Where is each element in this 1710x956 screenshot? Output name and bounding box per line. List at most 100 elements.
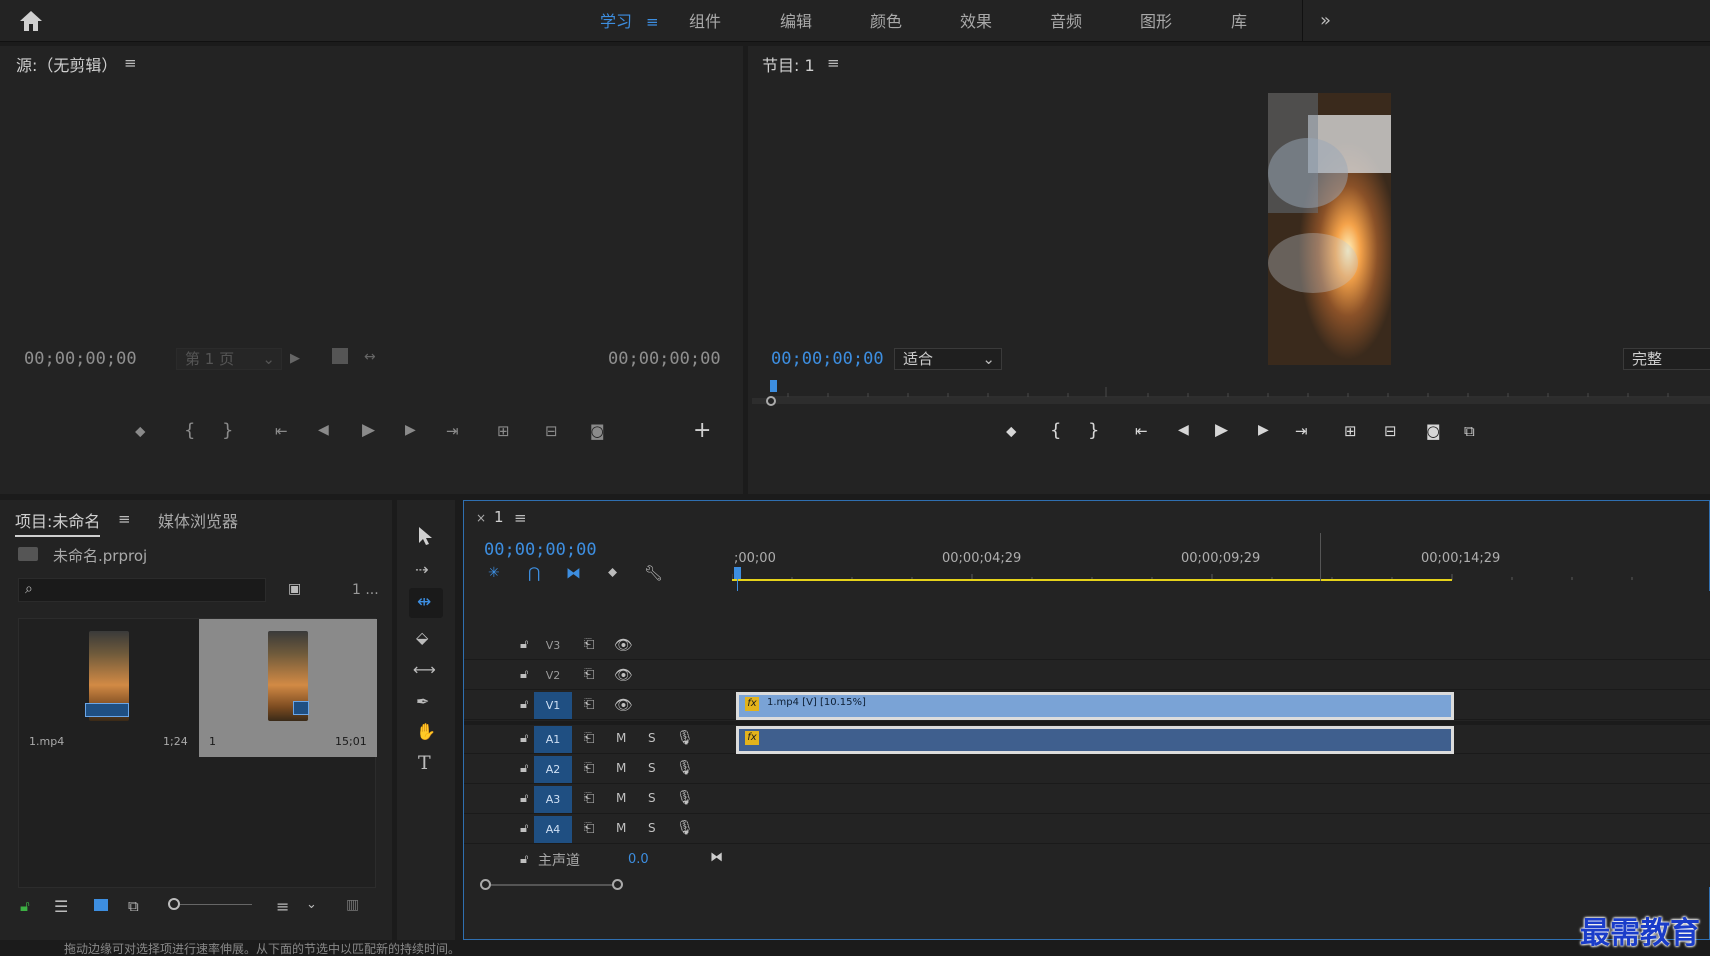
lock-icon[interactable]: 🔓︎ [520,761,528,776]
add-marker-icon[interactable]: ⬥ [1006,422,1017,440]
tab-audio[interactable]: 音频 [1050,10,1082,34]
track-label-a3[interactable]: A3 [534,786,572,813]
new-search-bin-icon[interactable]: ▣ [288,581,301,597]
project-item-clip[interactable]: 1.mp4 1;24 [19,619,197,757]
lock-icon[interactable]: 🔓︎ [520,697,528,712]
step-back-icon[interactable]: ◀ [318,422,329,438]
mute-button[interactable]: M [616,821,626,835]
mute-button[interactable]: M [616,791,626,805]
type-tool-icon[interactable]: T [418,752,431,774]
program-zoom-bar[interactable] [752,398,1710,404]
go-to-out-icon[interactable]: ⇥ [1295,422,1308,440]
lock-icon[interactable]: 🔓︎ [520,731,528,746]
track-select-tool-icon[interactable]: ⇢ [415,560,428,579]
program-time-ruler[interactable] [768,380,1710,400]
close-icon[interactable]: × [476,511,486,525]
add-marker-icon[interactable]: ⬥ [608,565,617,580]
export-frame-icon[interactable]: ◙ [1426,422,1441,440]
sequence-tab[interactable]: 1 [494,508,504,526]
extract-icon[interactable]: ⊟ [1384,422,1397,440]
playhead-handle[interactable] [734,567,741,579]
snap-icon[interactable]: ⋂ [528,564,540,582]
timeline-timecode[interactable]: 00;00;00;00 [484,540,597,560]
fx-badge[interactable]: fx [745,731,759,745]
mute-button[interactable]: M [616,761,626,775]
sort-icon[interactable]: ≡ [276,897,289,916]
panel-menu-icon[interactable]: ≡ [118,510,131,528]
mark-in-icon[interactable]: { [184,420,195,441]
freeform-view-icon[interactable]: ⧉ [128,897,139,915]
fx-badge[interactable]: fx [745,697,759,711]
master-meter-icon[interactable]: ⧓ [710,850,723,865]
workspace-menu-icon[interactable]: ≡ [646,13,659,31]
lock-icon[interactable]: 🔓︎ [520,821,528,836]
lock-icon[interactable]: 🔓︎ [520,791,528,806]
tab-graphics[interactable]: 图形 [1140,10,1172,34]
sync-lock-icon[interactable]: ⎗ [584,821,594,836]
microphone-icon[interactable]: 🎙︎ [676,730,694,746]
drop-frame-icon[interactable]: ↔ [364,349,376,365]
zoom-slider-track[interactable] [180,904,252,905]
track-label-v3[interactable]: V3 [534,632,572,659]
project-item-sequence[interactable]: 1 15;01 [199,619,377,757]
chevron-down-icon[interactable]: ⌄ [306,897,317,912]
icon-view-icon[interactable] [94,899,108,911]
list-view-icon[interactable]: ☰ [54,897,68,916]
track-label-v1[interactable]: V1 [534,692,572,719]
quality-select[interactable]: 完整 [1623,348,1710,370]
eye-icon[interactable]: 👁︎ [614,696,633,714]
solo-button[interactable]: S [648,821,656,835]
go-to-in-icon[interactable]: ⇤ [275,422,288,440]
zoom-handle-right[interactable] [612,879,623,890]
master-volume-value[interactable]: 0.0 [628,852,649,867]
add-marker-icon[interactable]: ⬥ [135,422,146,440]
sync-lock-icon[interactable]: ⎗ [584,731,594,746]
wrench-icon[interactable]: 🔧︎ [644,564,663,582]
comparison-view-icon[interactable]: ⧉ [1464,422,1475,440]
solo-button[interactable]: S [648,791,656,805]
mark-out-icon[interactable]: } [222,420,233,441]
track-label-a1[interactable]: A1 [534,726,572,753]
tab-color[interactable]: 颜色 [870,10,902,34]
tab-assembly[interactable]: 组件 [689,10,721,34]
sync-lock-icon[interactable]: ⎗ [584,667,594,682]
hand-tool-icon[interactable]: ✋ [416,722,436,741]
timeline-zoom-scrollbar[interactable] [484,884,619,886]
step-back-icon[interactable]: ◀ [1178,422,1189,438]
insert-icon[interactable]: ⊞ [497,422,510,440]
source-timecode-in[interactable]: 00;00;00;00 [24,349,137,369]
slip-tool-icon[interactable]: ⟷ [413,660,436,679]
overwrite-icon[interactable]: ⊟ [545,422,558,440]
zoom-slider-handle[interactable] [168,898,180,910]
sync-lock-icon[interactable]: ⎗ [584,637,594,652]
razor-tool-icon[interactable]: ⬙ [416,628,428,647]
microphone-icon[interactable]: 🎙︎ [676,790,694,806]
track-label-a2[interactable]: A2 [534,756,572,783]
page-select[interactable]: 第 1 页 ⌄ [176,348,282,370]
mute-button[interactable]: M [616,731,626,745]
microphone-icon[interactable]: 🎙︎ [676,820,694,836]
home-icon[interactable] [18,9,44,33]
eye-icon[interactable]: 👁︎ [614,636,633,654]
export-frame-icon[interactable]: ◙ [590,422,605,440]
project-search-input[interactable]: ⌕ [18,578,266,602]
panel-menu-icon[interactable]: ≡ [827,54,840,72]
tab-media-browser[interactable]: 媒体浏览器 [158,508,238,532]
step-forward-icon[interactable]: ▶ [1258,422,1269,438]
panel-menu-icon[interactable]: ≡ [514,509,527,527]
lift-icon[interactable]: ⊞ [1344,422,1357,440]
sync-lock-icon[interactable]: ⎗ [584,697,594,712]
tab-editing[interactable]: 编辑 [780,10,812,34]
fit-select[interactable]: 适合 ⌄ [894,348,1002,370]
play-button-icon[interactable]: ▶ [1215,420,1228,440]
microphone-icon[interactable]: 🎙︎ [676,760,694,776]
tab-learn[interactable]: 学习 [600,10,632,34]
solo-button[interactable]: S [648,731,656,745]
zoom-handle[interactable] [766,396,776,406]
tab-project[interactable]: 项目:未命名 [15,508,101,537]
track-label-v2[interactable]: V2 [534,662,572,689]
lock-icon[interactable]: 🔓︎ [520,852,528,867]
lock-icon[interactable]: 🔓︎ [520,637,528,652]
linked-selection-icon[interactable]: ⧓ [566,564,581,582]
audio-clip[interactable]: fx [736,726,1454,754]
